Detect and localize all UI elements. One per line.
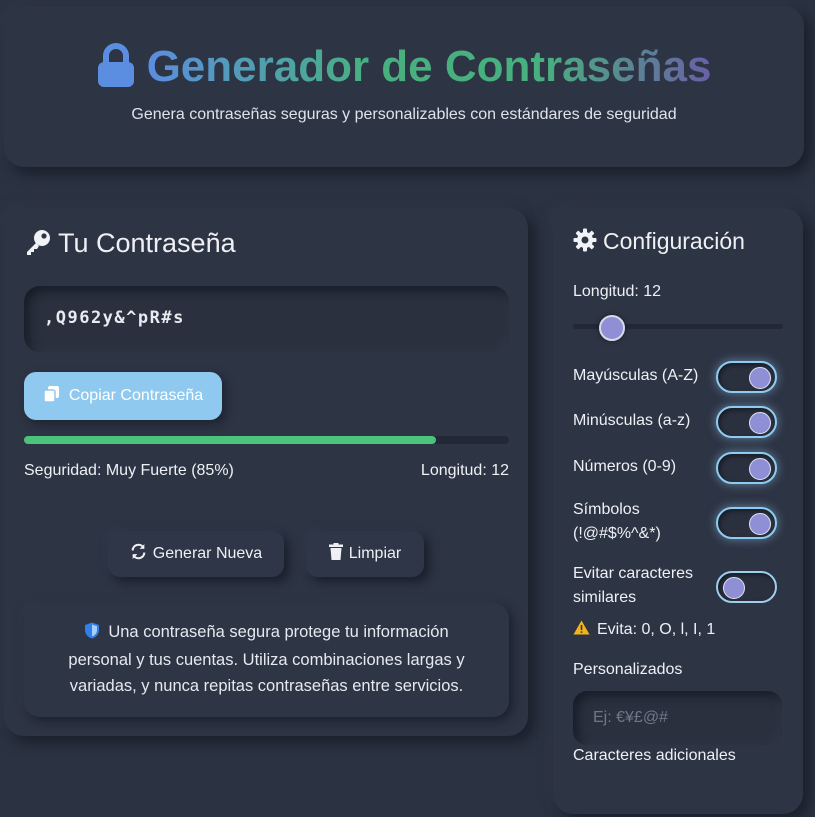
avoid-warning-text: Evita: 0, O, l, I, 1 — [597, 621, 716, 638]
refresh-icon — [130, 543, 147, 565]
option-label-avoid-similar: Evitar caracteres similares — [573, 565, 694, 606]
custom-chars-help: Caracteres adicionales — [573, 747, 736, 764]
toggle-avoid-similar[interactable] — [716, 571, 777, 603]
generate-button-label: Generar Nueva — [152, 545, 263, 562]
config-title-text: Configuración — [603, 228, 745, 254]
copy-button-label: Copiar Contraseña — [68, 387, 204, 404]
strength-meter — [24, 436, 509, 444]
copy-password-button[interactable]: Copiar Contraseña — [24, 372, 222, 420]
strength-label: Seguridad: Muy Fuerte (85%) — [24, 462, 234, 479]
key-icon — [24, 228, 52, 263]
toggle-knob — [723, 577, 745, 599]
toggle-uppercase[interactable] — [716, 361, 777, 393]
clear-button[interactable]: Limpiar — [306, 531, 424, 577]
generate-new-button[interactable]: Generar Nueva — [108, 531, 284, 577]
toggle-knob — [749, 513, 771, 535]
password-title-text: Tu Contraseña — [58, 228, 236, 258]
strength-meter-fill — [24, 436, 437, 444]
toggle-knob — [749, 367, 771, 389]
trash-icon — [328, 543, 343, 565]
length-slider-label: Longitud: 12 — [573, 283, 662, 300]
toggle-symbols[interactable] — [716, 507, 777, 539]
option-label-numbers: Números (0-9) — [573, 458, 677, 475]
custom-chars-input[interactable] — [573, 691, 782, 745]
toggle-numbers[interactable] — [716, 452, 777, 484]
security-info: Una contraseña segura protege tu informa… — [52, 619, 481, 699]
password-display[interactable]: ,Q962y&^pR#s — [24, 286, 509, 352]
length-readout: Longitud: 12 — [420, 462, 509, 479]
length-slider[interactable] — [573, 315, 783, 341]
warning-icon — [573, 620, 590, 640]
avoid-warning: Evita: 0, O, l, I, 1 — [573, 620, 715, 640]
config-panel: Configuración Longitud: 12 Mayúsculas (A… — [553, 208, 803, 814]
shield-icon — [84, 621, 100, 647]
option-label-symbols: Símbolos (!@#$%^&*) — [573, 501, 661, 542]
password-section-title: Tu Contraseña — [24, 228, 236, 263]
header-card: Generador de Contraseñas Genera contrase… — [4, 6, 804, 167]
security-info-text: Una contraseña segura protege tu informa… — [68, 623, 465, 695]
page-title: Generador de Contraseñas — [4, 42, 804, 98]
option-label-lowercase: Minúsculas (a-z) — [573, 412, 691, 429]
security-info-box: Una contraseña segura protege tu informa… — [24, 603, 509, 717]
password-text[interactable]: ,Q962y&^pR#s — [44, 308, 185, 328]
page-subtitle: Genera contraseñas seguras y personaliza… — [131, 106, 677, 123]
toggle-knob — [749, 412, 771, 434]
copy-icon — [43, 385, 61, 408]
password-panel: Tu Contraseña ,Q962y&^pR#s Copiar Contra… — [4, 208, 528, 736]
custom-chars-label: Personalizados — [573, 661, 683, 678]
option-label-uppercase: Mayúsculas (A-Z) — [573, 367, 699, 384]
config-section-title: Configuración — [573, 228, 745, 258]
clear-button-label: Limpiar — [348, 545, 402, 562]
toggle-knob — [749, 458, 771, 480]
toggle-lowercase[interactable] — [716, 406, 777, 438]
length-slider-thumb[interactable] — [599, 315, 626, 341]
lock-icon — [97, 43, 135, 98]
gear-icon — [573, 228, 597, 258]
title-text: Generador de Contraseñas — [146, 42, 712, 91]
